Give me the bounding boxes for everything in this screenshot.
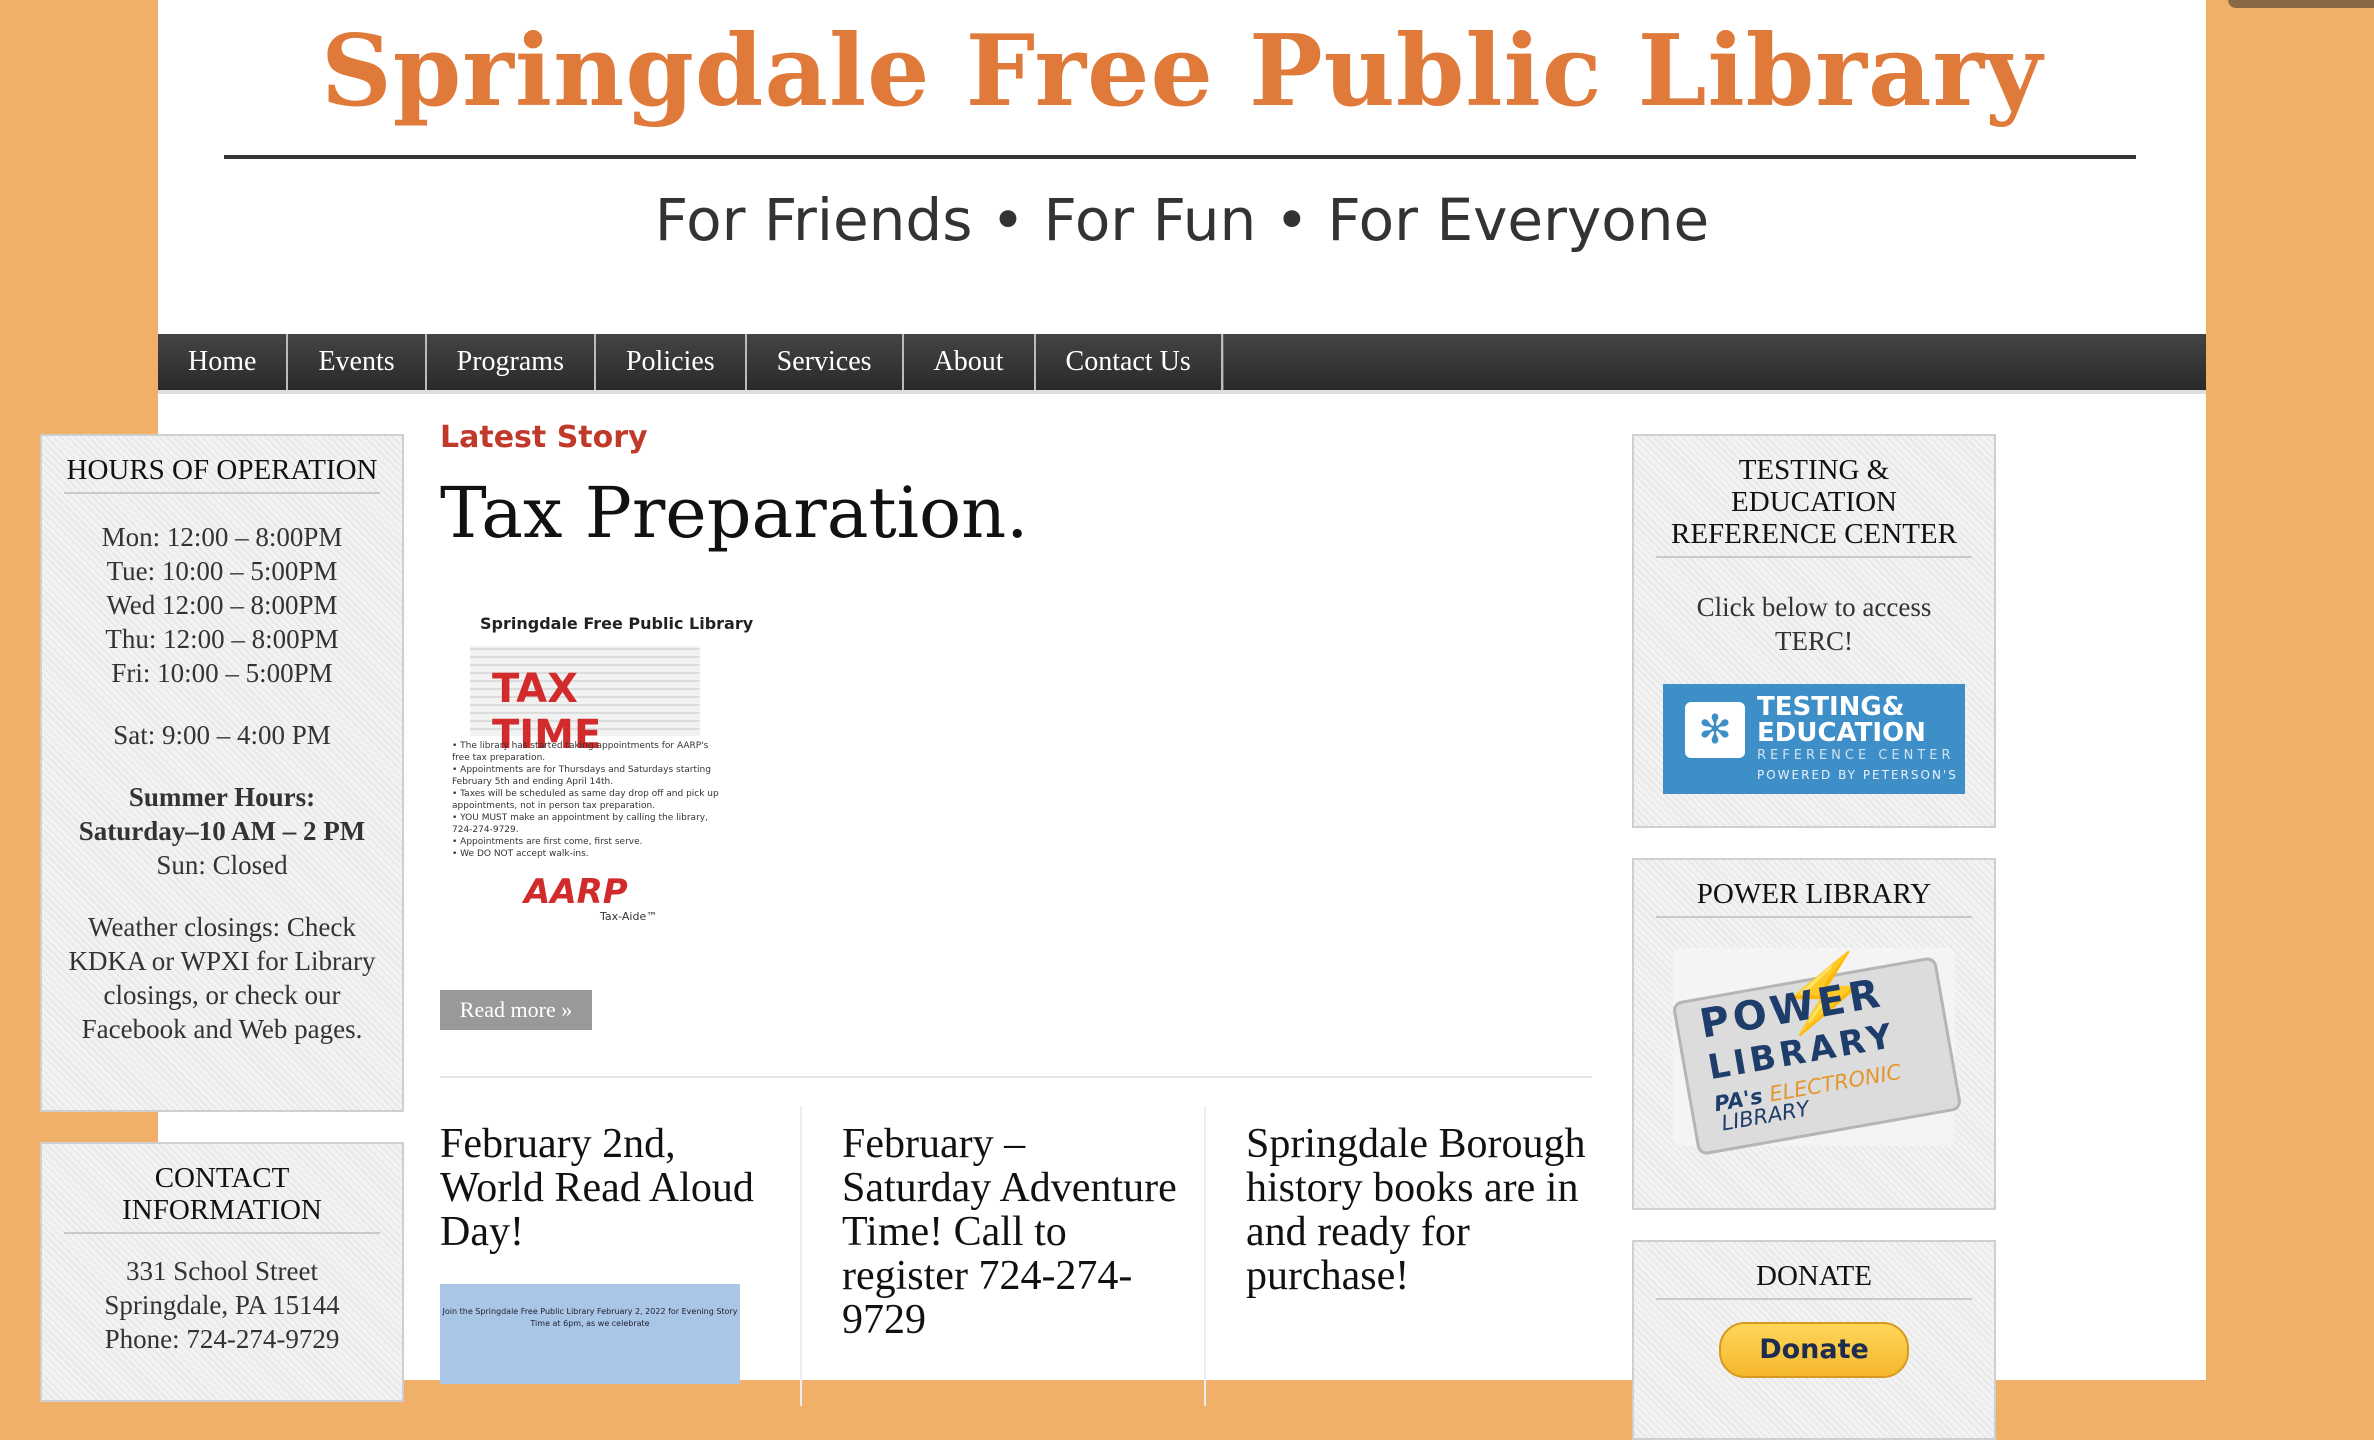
poster-bullet: Appointments are first come, first serve…	[452, 836, 722, 848]
nav-underline	[158, 390, 2206, 394]
hours-fri: Fri: 10:00 – 5:00PM	[111, 658, 333, 688]
terc-title: TESTING & EDUCATION REFERENCE CENTER	[1656, 454, 1972, 558]
poster-bullet: YOU MUST make an appointment by calling …	[452, 812, 722, 836]
aarp-tax-aide: Tax-Aide™	[600, 910, 658, 923]
summer-hours: Saturday–10 AM – 2 PM	[78, 816, 366, 846]
terc-banner-link[interactable]: ✻ TESTING& EDUCATION REFERENCE CENTER PO…	[1663, 684, 1965, 794]
poster-heading: Springdale Free Public Library	[480, 614, 754, 633]
site-header: Springdale Free Public Library For Frien…	[158, 0, 2206, 334]
main-nav: Home Events Programs Policies Services A…	[158, 334, 2206, 390]
window-corner	[2228, 0, 2374, 8]
donate-widget: DONATE Donate	[1632, 1240, 1996, 1440]
column-divider	[800, 1106, 802, 1406]
story-title[interactable]: Tax Preparation.	[440, 472, 1028, 554]
nav-contact-us[interactable]: Contact Us	[1036, 334, 1223, 390]
terc-banner-line2: EDUCATION	[1757, 718, 1926, 748]
site-title[interactable]: Springdale Free Public Library	[158, 14, 2206, 129]
poster-bullets: The library has started taking appointme…	[452, 740, 722, 860]
nav-home[interactable]: Home	[158, 334, 289, 390]
poster-bullet: We DO NOT accept walk-ins.	[452, 848, 722, 860]
nav-programs[interactable]: Programs	[427, 334, 596, 390]
terc-banner-line4: POWERED BY PETERSON'S	[1757, 768, 1958, 782]
hours-weekdays: Mon: 12:00 – 8:00PM Tue: 10:00 – 5:00PM …	[52, 520, 392, 690]
hours-title: HOURS OF OPERATION	[64, 454, 380, 494]
contact-widget: CONTACT INFORMATION 331 School Street Sp…	[40, 1142, 404, 1402]
nav-services[interactable]: Services	[747, 334, 904, 390]
poster-tax-graphic: TAX TIME	[470, 646, 700, 758]
donate-button[interactable]: Donate	[1719, 1322, 1909, 1378]
contact-city: Springdale, PA 15144	[104, 1290, 340, 1320]
power-library-title: POWER LIBRARY	[1656, 878, 1972, 918]
post-title[interactable]: February 2nd, World Read Aloud Day!	[440, 1122, 780, 1254]
contact-street: 331 School Street	[126, 1256, 318, 1286]
terc-description: Click below to access TERC!	[1696, 592, 1932, 656]
weather-closings: Weather closings: Check KDKA or WPXI for…	[68, 912, 376, 1044]
title-divider	[224, 155, 2136, 159]
summer-hours-label: Summer Hours:	[128, 782, 316, 812]
hours-sun: Sun: Closed	[156, 850, 288, 880]
poster-bullet: Taxes will be scheduled as same day drop…	[452, 788, 722, 812]
post-title[interactable]: Springdale Borough history books are in …	[1246, 1122, 1586, 1298]
hours-mon: Mon: 12:00 – 8:00PM	[101, 522, 343, 552]
contact-phone: Phone: 724-274-9729	[104, 1324, 340, 1354]
tree-icon: ✻	[1685, 702, 1745, 758]
terc-widget: TESTING & EDUCATION REFERENCE CENTER Cli…	[1632, 434, 1996, 828]
poster-bullet: Appointments are for Thursdays and Satur…	[452, 764, 722, 788]
nav-events[interactable]: Events	[288, 334, 427, 390]
nav-policies[interactable]: Policies	[596, 334, 747, 390]
column-divider	[1204, 1106, 1206, 1406]
latest-story-label: Latest Story	[440, 420, 648, 455]
post-card: February 2nd, World Read Aloud Day! Join…	[440, 1106, 780, 1384]
post-title[interactable]: February – Saturday Adventure Time! Call…	[842, 1122, 1182, 1342]
post-card: Springdale Borough history books are in …	[1246, 1106, 1586, 1298]
post-thumbnail[interactable]: Join the Springdale Free Public Library …	[440, 1284, 740, 1384]
nav-about[interactable]: About	[904, 334, 1036, 390]
site-tagline: For Friends • For Fun • For Everyone	[654, 186, 1710, 254]
nav-spacer	[1222, 334, 2206, 390]
post-card: February – Saturday Adventure Time! Call…	[842, 1106, 1182, 1342]
terc-banner-line1: TESTING&	[1757, 692, 1905, 722]
donate-title: DONATE	[1656, 1260, 1972, 1300]
power-library-logo-link[interactable]: ⚡ POWER LIBRARY PA's ELECTRONIC LIBRARY	[1671, 948, 1963, 1157]
poster-bullet: The library has started taking appointme…	[452, 740, 722, 764]
terc-banner-line3: REFERENCE CENTER	[1757, 748, 1955, 763]
hours-wed: Wed 12:00 – 8:00PM	[106, 590, 338, 620]
content-divider	[440, 1076, 1592, 1078]
hours-thu: Thu: 12:00 – 8:00PM	[105, 624, 339, 654]
read-more-button[interactable]: Read more »	[440, 990, 592, 1030]
tax-time-poster[interactable]: Springdale Free Public Library TAX TIME …	[440, 590, 753, 950]
hours-sat: Sat: 9:00 – 4:00 PM	[113, 720, 331, 750]
aarp-logo: AARP	[524, 872, 628, 912]
hours-tue: Tue: 10:00 – 5:00PM	[106, 556, 338, 586]
contact-title: CONTACT INFORMATION	[64, 1162, 380, 1234]
power-library-widget: POWER LIBRARY ⚡ POWER LIBRARY PA's ELECT…	[1632, 858, 1996, 1210]
hours-widget: HOURS OF OPERATION Mon: 12:00 – 8:00PM T…	[40, 434, 404, 1112]
